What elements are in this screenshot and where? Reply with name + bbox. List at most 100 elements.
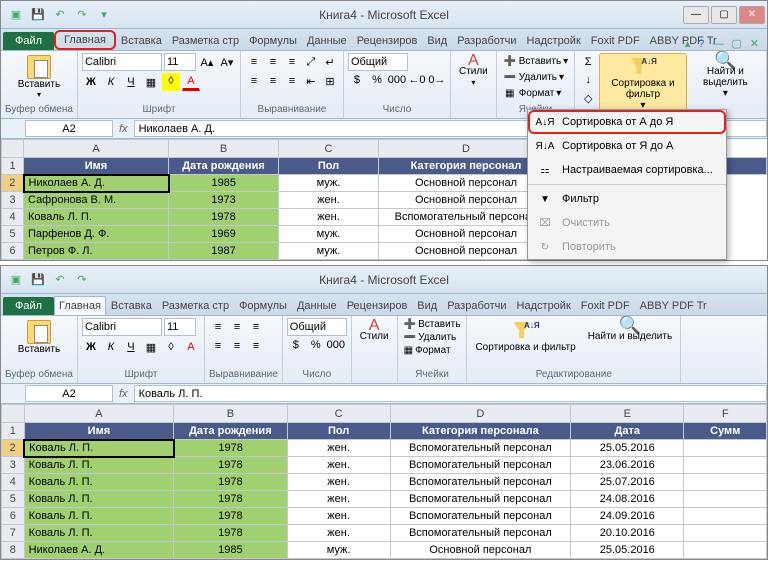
cell-cat[interactable]: Вспомогательный персонал: [390, 508, 570, 525]
formulas-tab[interactable]: Формулы: [244, 31, 302, 50]
cell-sex[interactable]: муж.: [287, 542, 390, 559]
col-header[interactable]: B: [174, 405, 287, 423]
home-tab[interactable]: Главная: [54, 296, 106, 315]
undo-icon[interactable]: ↶: [51, 6, 69, 24]
cell-name[interactable]: Сафронова В. М.: [24, 192, 169, 209]
file-tab[interactable]: Файл: [3, 297, 54, 315]
sort-filter-button[interactable]: А↓ЯСортировка и фильтр: [471, 318, 579, 355]
cell-sex[interactable]: жен.: [279, 192, 379, 209]
row-header[interactable]: 5: [2, 491, 25, 508]
format-cells-button[interactable]: ▦Формат▾: [501, 85, 570, 101]
help-icon[interactable]: ?: [698, 38, 704, 50]
align-mid-icon[interactable]: ≡: [264, 53, 282, 71]
header-cell[interactable]: Пол: [287, 423, 390, 440]
insert-tab[interactable]: Вставка: [106, 296, 157, 315]
abbyy-tab[interactable]: ABBY PDF Tr: [635, 296, 712, 315]
undo-icon[interactable]: ↶: [51, 271, 69, 289]
cell-name[interactable]: Коваль Л. П.: [24, 474, 173, 491]
col-header[interactable]: C: [287, 405, 390, 423]
bold-button[interactable]: Ж: [82, 73, 100, 91]
cell-year[interactable]: 1985: [169, 175, 279, 192]
percent-icon[interactable]: %: [368, 71, 386, 89]
cell-name[interactable]: Коваль Л. П.: [24, 491, 173, 508]
align-top-icon[interactable]: ≡: [245, 53, 263, 71]
align-center-icon[interactable]: ≡: [264, 72, 282, 90]
workbook-restore-icon[interactable]: ▢: [731, 37, 741, 50]
cell-year[interactable]: 1978: [174, 525, 287, 542]
workbook-min-icon[interactable]: —: [712, 38, 723, 50]
fill-color-button[interactable]: ◊: [162, 338, 180, 356]
font-name-select[interactable]: [82, 53, 162, 71]
cell-name[interactable]: Коваль Л. П.: [24, 440, 173, 457]
workbook-close-icon[interactable]: ✕: [750, 37, 759, 50]
cell-sex[interactable]: жен.: [287, 440, 390, 457]
cell-cat[interactable]: Вспомогательный персонал: [390, 440, 570, 457]
sort-desc-item[interactable]: Я↓А Сортировка от Я до А: [528, 134, 726, 158]
delete-cells-button[interactable]: ➖Удалить▾: [501, 69, 570, 85]
cell-sex[interactable]: жен.: [287, 457, 390, 474]
col-header[interactable]: A: [24, 405, 173, 423]
cell-year[interactable]: 1973: [169, 192, 279, 209]
font-size-select[interactable]: [164, 318, 196, 336]
redo-icon[interactable]: ↷: [73, 271, 91, 289]
cell-cat[interactable]: Вспомогательный персонал: [390, 491, 570, 508]
name-box[interactable]: A2: [25, 385, 113, 402]
font-color-button[interactable]: A: [182, 338, 200, 356]
row-header[interactable]: 7: [2, 525, 25, 542]
cell-cat[interactable]: Вспомогательный персонал: [390, 474, 570, 491]
col-header[interactable]: D: [390, 405, 570, 423]
cell-sex[interactable]: муж.: [279, 243, 379, 260]
header-cell[interactable]: Пол: [279, 158, 379, 175]
header-cell[interactable]: Категория персонала: [390, 423, 570, 440]
col-header[interactable]: F: [684, 405, 767, 423]
merge-icon[interactable]: ⊞: [321, 72, 339, 90]
cell-sum[interactable]: [684, 542, 767, 559]
styles-button[interactable]: AСтили: [356, 318, 393, 344]
close-button[interactable]: ✕: [739, 6, 765, 24]
formulas-tab[interactable]: Формулы: [234, 296, 292, 315]
select-all-corner[interactable]: [2, 405, 25, 423]
row-header[interactable]: 1: [2, 158, 24, 175]
filter-item[interactable]: ▼ Фильтр: [528, 187, 726, 211]
developer-tab[interactable]: Разработчи: [452, 31, 521, 50]
foxit-tab[interactable]: Foxit PDF: [576, 296, 635, 315]
align-bot-icon[interactable]: ≡: [283, 53, 301, 71]
formula-input[interactable]: Коваль Л. П.: [134, 385, 767, 402]
fx-icon[interactable]: fx: [119, 123, 128, 135]
cell-cat[interactable]: Вспомогательный персонал: [390, 525, 570, 542]
cell-sum[interactable]: [684, 525, 767, 542]
cell-sex[interactable]: муж.: [279, 226, 379, 243]
fill-icon[interactable]: ↓: [579, 71, 597, 89]
worksheet-after[interactable]: ABCDEF1ИмяДата рожденияПолКатегория перс…: [1, 404, 767, 559]
row-header[interactable]: 6: [2, 243, 24, 260]
orientation-icon[interactable]: ⤢: [302, 53, 320, 71]
cell-year[interactable]: 1978: [174, 474, 287, 491]
header-cell[interactable]: Имя: [24, 423, 173, 440]
inc-decimal-icon[interactable]: ←0: [408, 71, 426, 89]
cell-year[interactable]: 1978: [174, 457, 287, 474]
cell-name[interactable]: Николаев А. Д.: [24, 542, 173, 559]
view-tab[interactable]: Вид: [422, 31, 452, 50]
cell-sum[interactable]: [684, 508, 767, 525]
cell-sum[interactable]: [684, 457, 767, 474]
file-tab[interactable]: Файл: [3, 32, 54, 50]
home-tab[interactable]: Главная: [54, 30, 116, 50]
review-tab[interactable]: Рецензиров: [342, 296, 413, 315]
cell-sex[interactable]: жен.: [287, 474, 390, 491]
paste-button[interactable]: Вставить ▾: [5, 53, 73, 101]
view-tab[interactable]: Вид: [412, 296, 442, 315]
review-tab[interactable]: Рецензиров: [352, 31, 423, 50]
cell-name[interactable]: Парфенов Д. Ф.: [24, 226, 169, 243]
header-cell[interactable]: Имя: [24, 158, 169, 175]
number-format-select[interactable]: [348, 53, 408, 71]
cell-year[interactable]: 1969: [169, 226, 279, 243]
italic-button[interactable]: К: [102, 73, 120, 91]
cell-date[interactable]: 25.05.2016: [571, 542, 684, 559]
bold-button[interactable]: Ж: [82, 338, 100, 356]
save-icon[interactable]: 💾: [29, 6, 47, 24]
insert-tab[interactable]: Вставка: [116, 31, 167, 50]
font-name-select[interactable]: [82, 318, 162, 336]
col-header[interactable]: E: [571, 405, 684, 423]
header-cell[interactable]: Сумм: [684, 423, 767, 440]
custom-sort-item[interactable]: ⚏ Настраиваемая сортировка...: [528, 158, 726, 182]
